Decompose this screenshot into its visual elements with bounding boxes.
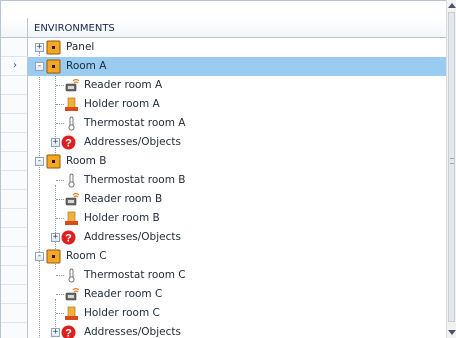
row-header[interactable] [1,266,28,285]
panel-icon [46,40,61,55]
question-icon: ? [61,135,76,150]
current-row-pointer-icon: › [13,60,17,71]
row-header[interactable] [1,38,28,57]
reader-icon [65,78,79,92]
vertical-scrollbar[interactable] [446,0,456,338]
tree-node-room-b[interactable]: - Room B [28,152,447,171]
row-header[interactable] [1,190,28,209]
row-header-current[interactable]: › [1,57,28,76]
scroll-down-arrow-icon[interactable] [448,330,456,335]
row-header[interactable] [1,304,28,323]
row-header[interactable] [1,171,28,190]
row-header[interactable] [1,133,28,152]
expand-icon[interactable]: + [35,43,44,52]
tree-node-holder-room-c[interactable]: Holder room C [28,304,447,323]
tree-connector-line [56,85,64,86]
row-header[interactable] [1,114,28,133]
collapse-icon[interactable]: - [35,252,44,261]
tree-node-label: Thermostat room B [84,174,186,186]
tree-node-label: Addresses/Objects [84,136,181,148]
holder-icon [65,306,78,320]
tree-node-reader-room-b[interactable]: Reader room B [28,190,447,209]
tree-node-label: Holder room B [84,212,160,224]
tree-node-room-c[interactable]: - Room C [28,247,447,266]
tree-connector-line [56,199,64,200]
room-icon [46,59,61,74]
tree-connector-line [56,313,64,314]
tree-node-addresses-objects[interactable]: + ? Addresses/Objects [28,323,447,338]
tree-node-label: Room C [66,250,107,262]
tree-node-label: Thermostat room A [84,117,186,129]
tree-connector-line [56,294,64,295]
tree-connector-line [56,275,64,276]
row-header[interactable] [1,247,28,266]
tree-node-room-a[interactable]: - Room A [28,57,447,76]
tree-connector-line [56,104,64,105]
tree-node-thermostat-room-a[interactable]: Thermostat room A [28,114,447,133]
tree-node-label: Addresses/Objects [84,326,181,338]
column-header-environments[interactable]: ENVIRONMENTS [34,23,115,34]
reader-icon [65,287,79,301]
row-header[interactable] [1,76,28,95]
room-icon [46,154,61,169]
tree-node-label: Reader room C [84,288,163,300]
tree-node-label: Reader room A [84,79,163,91]
tree-node-addresses-objects[interactable]: + ? Addresses/Objects [28,228,447,247]
environments-grid: ENVIRONMENTS › + Panel - Room A Reader r… [0,0,456,338]
tree-node-label: Panel [66,41,95,53]
tree-node-panel[interactable]: + Panel [28,38,447,57]
expand-icon[interactable]: + [51,328,60,337]
tree-node-label: Room A [66,60,107,72]
scrollbar-grip-icon [450,158,454,164]
row-header[interactable] [1,95,28,114]
tree-node-label: Thermostat room C [84,269,186,281]
collapse-icon[interactable]: - [35,62,44,71]
holder-icon [65,211,78,225]
row-header[interactable] [1,285,28,304]
tree-node-holder-room-b[interactable]: Holder room B [28,209,447,228]
reader-icon [65,192,79,206]
tree-connector-line [56,218,64,219]
expand-icon[interactable]: + [51,233,60,242]
tree-connector-line [56,180,64,181]
expand-icon[interactable]: + [51,138,60,147]
tree-node-label: Holder room A [84,98,160,110]
scroll-up-arrow-icon[interactable] [448,3,456,8]
tree-node-label: Reader room B [84,193,163,205]
row-header[interactable] [1,209,28,228]
tree-node-label: Addresses/Objects [84,231,181,243]
room-icon [46,249,61,264]
svg-text:?: ? [65,233,72,245]
row-header[interactable] [1,323,28,338]
question-icon: ? [61,230,76,245]
tree-node-thermostat-room-c[interactable]: Thermostat room C [28,266,447,285]
tree-node-reader-room-c[interactable]: Reader room C [28,285,447,304]
tree-node-label: Room B [66,155,107,167]
holder-icon [65,97,78,111]
thermostat-icon [68,116,75,131]
row-header[interactable] [1,228,28,247]
thermostat-icon [68,268,75,283]
row-header-column: › [1,38,28,338]
scrollbar-thumb[interactable] [448,12,455,322]
svg-text:?: ? [65,138,72,150]
tree-connector-line [56,123,64,124]
thermostat-icon [68,173,75,188]
tree-node-reader-room-a[interactable]: Reader room A [28,76,447,95]
tree-node-holder-room-a[interactable]: Holder room A [28,95,447,114]
svg-text:?: ? [65,328,72,338]
collapse-icon[interactable]: - [35,157,44,166]
row-header[interactable] [1,152,28,171]
environment-tree: + Panel - Room A Reader room A Holder ro… [28,38,447,338]
tree-node-addresses-objects[interactable]: + ? Addresses/Objects [28,133,447,152]
grid-header: ENVIRONMENTS [1,18,447,38]
tree-node-label: Holder room C [84,307,160,319]
header-corner [1,18,28,37]
tree-node-thermostat-room-b[interactable]: Thermostat room B [28,171,447,190]
question-icon: ? [61,325,76,338]
